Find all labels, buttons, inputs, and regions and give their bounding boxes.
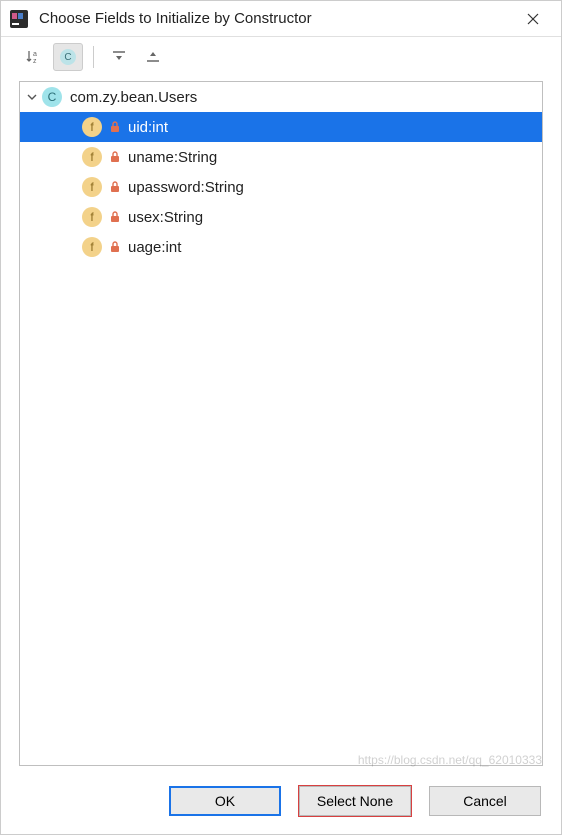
app-icon	[9, 9, 29, 29]
collapse-all-icon	[145, 49, 161, 65]
field-icon: f	[82, 117, 102, 137]
close-button[interactable]	[513, 4, 553, 34]
field-label: uid:int	[128, 119, 168, 136]
expand-all-button[interactable]	[104, 43, 134, 71]
svg-text:z: z	[33, 58, 37, 65]
lock-icon	[108, 150, 122, 164]
lock-icon	[108, 210, 122, 224]
close-icon	[527, 13, 539, 25]
lock-icon	[108, 180, 122, 194]
field-tree-panel[interactable]: C com.zy.bean.Users f uid:int f uname:Strin…	[19, 81, 543, 766]
button-bar: OK Select None Cancel	[1, 774, 561, 834]
field-node[interactable]: f uid:int	[20, 112, 542, 142]
class-icon: C	[42, 87, 62, 107]
collapse-all-button[interactable]	[138, 43, 168, 71]
class-sort-icon: C	[60, 49, 76, 65]
field-node[interactable]: f usex:String	[20, 202, 542, 232]
class-label: com.zy.bean.Users	[70, 89, 197, 106]
field-node[interactable]: f uname:String	[20, 142, 542, 172]
field-icon: f	[82, 207, 102, 227]
field-icon: f	[82, 237, 102, 257]
chevron-down-icon[interactable]	[24, 92, 40, 102]
expand-all-icon	[111, 49, 127, 65]
toolbar-separator	[93, 46, 94, 68]
lock-icon	[108, 240, 122, 254]
window-title: Choose Fields to Initialize by Construct…	[39, 10, 513, 27]
cancel-button[interactable]: Cancel	[429, 786, 541, 816]
class-node[interactable]: C com.zy.bean.Users	[20, 82, 542, 112]
lock-icon	[108, 120, 122, 134]
field-node[interactable]: f upassword:String	[20, 172, 542, 202]
field-label: uname:String	[128, 149, 217, 166]
field-label: upassword:String	[128, 179, 244, 196]
sort-by-class-button[interactable]: C	[53, 43, 83, 71]
field-label: usex:String	[128, 209, 203, 226]
svg-text:a: a	[33, 51, 37, 58]
field-icon: f	[82, 177, 102, 197]
toolbar: a z C	[1, 37, 561, 77]
field-icon: f	[82, 147, 102, 167]
field-label: uage:int	[128, 239, 181, 256]
titlebar: Choose Fields to Initialize by Construct…	[1, 1, 561, 37]
select-none-button[interactable]: Select None	[299, 786, 411, 816]
sort-alpha-icon: a z	[25, 48, 43, 66]
sort-alpha-button[interactable]: a z	[19, 43, 49, 71]
ok-button[interactable]: OK	[169, 786, 281, 816]
field-node[interactable]: f uage:int	[20, 232, 542, 262]
